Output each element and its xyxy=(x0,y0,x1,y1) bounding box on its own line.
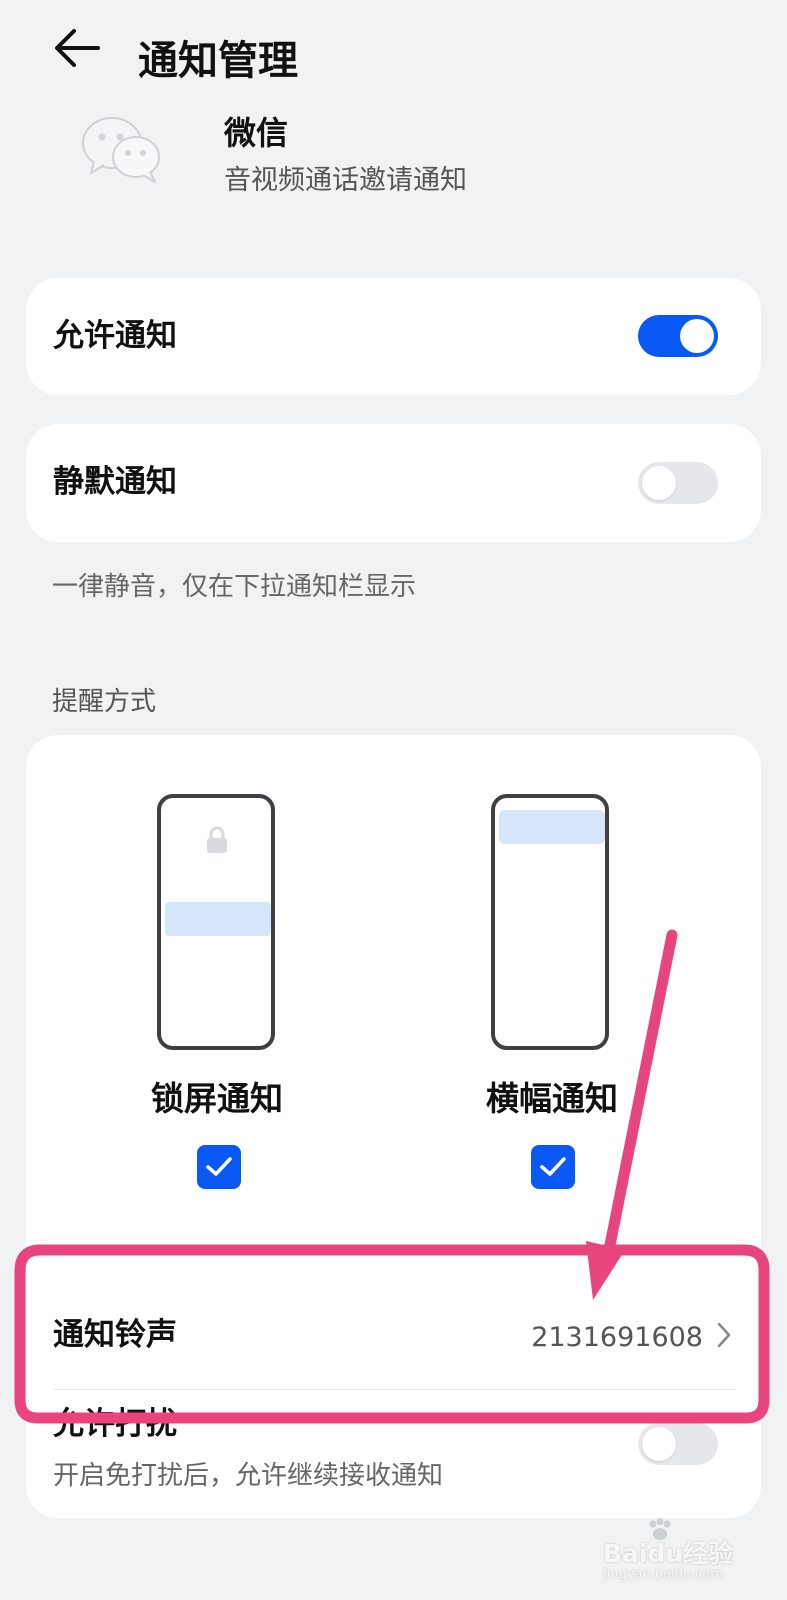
watermark-subtext: jingyan.baidu.com xyxy=(603,1567,723,1582)
watermark-logo: Baidu经验 jingyan.baidu.com xyxy=(603,1518,743,1588)
annotation-arrow xyxy=(14,929,770,1424)
watermark-text: Baidu经验 xyxy=(603,1539,734,1568)
